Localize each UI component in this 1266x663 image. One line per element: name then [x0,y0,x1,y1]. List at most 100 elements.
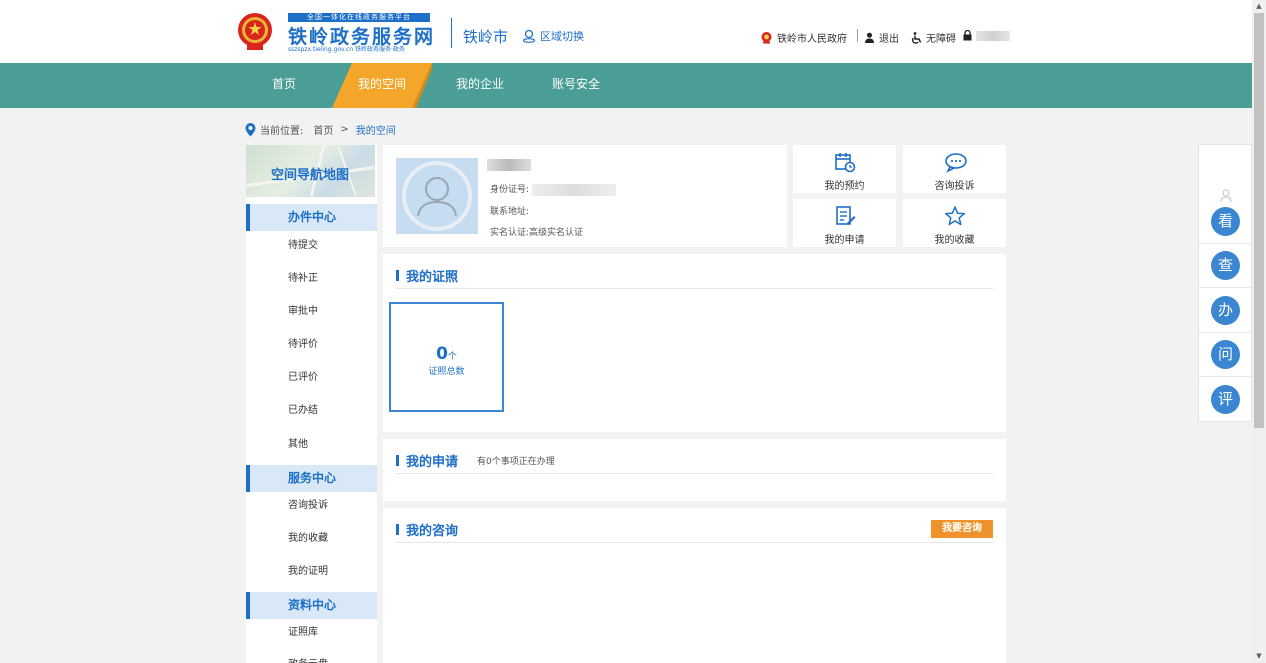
header-separator [857,29,858,42]
username-redacted [976,30,1010,41]
breadcrumb-current: 我的空间 [355,126,396,137]
national-emblem-icon [238,13,272,50]
panel-header: 我的证照 [396,266,993,289]
id-number-row: 身份证号: [490,182,616,196]
region-switch-label: 区域切换 [540,30,584,43]
city-name: 铁岭市 [463,28,509,46]
user-name-redacted [487,159,531,171]
document-edit-icon [836,206,856,225]
chat-bubble-icon [945,153,967,173]
space-nav-map-banner[interactable]: 空间导航地图 [246,145,375,197]
float-search-button[interactable]: 查 [1211,251,1240,280]
region-switch-button[interactable]: 区域切换 [522,28,584,44]
site-header: 全国一体化在线政务服务平台 铁岭政务服务网 sszspzx.tieling.go… [0,0,1252,63]
ask-question-button[interactable]: 我要咨询 [931,520,993,538]
nav-home[interactable]: 首页 [254,63,314,108]
sidebar-item-pending-submit[interactable]: 待提交 [288,236,318,251]
float-separator [1199,243,1251,244]
sidebar-item-certificates-proof[interactable]: 我的证明 [288,562,328,577]
quick-my-favorites[interactable]: 我的收藏 [903,199,1006,247]
sidebar-item-favorites[interactable]: 我的收藏 [288,529,328,544]
logout-button[interactable]: 退出 [864,30,899,45]
map-banner-label: 空间导航地图 [271,168,350,183]
wheelchair-icon [911,31,922,44]
scroll-up-arrow-icon[interactable]: ▲ [1252,0,1266,13]
section-case-center: 办件中心 [246,204,377,231]
panel-accent-bar [396,524,399,535]
lock-icon [963,30,972,41]
float-separator [1199,376,1251,377]
sidebar-item-pending-evaluation[interactable]: 待评价 [288,335,318,350]
float-handle-button[interactable]: 办 [1211,296,1240,325]
gov-emblem-icon [761,32,772,44]
breadcrumb-prefix: 当前位置: [260,126,304,137]
sidebar-item-evaluated[interactable]: 已评价 [288,368,318,383]
my-applications-panel: 我的申请 有0个事项正在办理 [383,439,1006,501]
logout-label: 退出 [879,34,899,45]
location-icon [522,29,536,43]
platform-tag: 全国一体化在线政务服务平台 [288,13,430,22]
nav-my-space-label: 我的空间 [357,77,406,91]
user-outline-icon [1220,189,1232,203]
accessibility-label: 无障碍 [926,34,956,45]
main-nav: 首页 我的空间 我的企业 账号安全 [0,63,1252,108]
sidebar-item-completed[interactable]: 已办结 [288,401,318,416]
float-separator [1199,332,1251,333]
gov-link[interactable]: 铁岭市人民政府 [760,30,847,45]
breadcrumb-separator: > [340,124,349,135]
certificate-count-unit: 个 [447,352,457,362]
panel-header: 我的申请 有0个事项正在办理 [396,451,993,474]
account-menu[interactable] [963,30,1010,41]
certificate-count: 0个 [391,344,502,364]
float-ask-button[interactable]: 问 [1211,340,1240,369]
calendar-clock-icon [835,153,856,173]
breadcrumb: 当前位置: 首页 > 我的空间 [245,122,396,137]
sidebar-item-license-library[interactable]: 证照库 [288,623,318,638]
header-divider [451,18,452,48]
avatar[interactable] [396,158,478,234]
my-certificates-title: 我的证照 [406,270,459,285]
float-evaluate-button[interactable]: 评 [1211,385,1240,414]
user-avatar-icon [402,161,472,231]
quick-consult-complaint[interactable]: 咨询投诉 [903,145,1006,193]
accessibility-button[interactable]: 无障碍 [911,30,956,45]
certificate-total-card[interactable]: 0个 证照总数 [389,302,504,412]
profile-card: 身份证号: 联系地址: 实名认证:高级实名认证 [383,145,787,247]
auth-row: 实名认证:高级实名认证 [490,225,583,238]
float-separator [1199,287,1251,288]
my-applications-title: 我的申请 [406,455,459,470]
scroll-down-arrow-icon[interactable]: ▼ [1252,650,1266,663]
quick-my-favorites-label: 我的收藏 [934,235,975,246]
sidebar-item-under-review[interactable]: 审批中 [288,302,318,317]
my-consultations-title: 我的咨询 [406,524,459,539]
site-subtitle: sszspzx.tieling.gov.cn 铁岭政务服务·政务 [288,46,405,53]
float-view-button[interactable]: 看 [1211,207,1240,236]
quick-my-application[interactable]: 我的申请 [793,199,896,247]
sidebar-item-other[interactable]: 其他 [288,435,308,450]
nav-my-space[interactable]: 我的空间 [332,63,432,108]
auth-value: 高级实名认证 [529,228,584,238]
applications-in-progress-note: 有0个事项正在办理 [477,457,555,467]
gov-link-label: 铁岭市人民政府 [777,34,847,45]
vertical-scrollbar[interactable]: ▲ ▼ [1252,0,1266,663]
user-icon [865,32,874,43]
nav-my-enterprise[interactable]: 我的企业 [450,63,510,108]
breadcrumb-home[interactable]: 首页 [313,122,333,137]
address-label: 联系地址: [490,207,530,217]
map-pin-icon [245,122,256,136]
auth-label: 实名认证: [490,228,530,238]
nav-account-security[interactable]: 账号安全 [546,63,606,108]
quick-consult-complaint-label: 咨询投诉 [934,181,975,192]
scroll-thumb[interactable] [1254,13,1264,428]
quick-my-appointment-label: 我的预约 [824,181,865,192]
quick-my-appointment[interactable]: 我的预约 [793,145,896,193]
id-number-label: 身份证号: [490,185,530,195]
section-service-center: 服务中心 [246,465,377,492]
sidebar-item-cloud-drive[interactable]: 政务云盘 [288,655,328,663]
sidebar-item-pending-correction[interactable]: 待补正 [288,269,318,284]
star-icon [944,206,966,226]
certificate-count-value: 0 [436,344,448,364]
sidebar-item-consult[interactable]: 咨询投诉 [288,496,328,511]
section-data-center: 资料中心 [246,592,377,619]
certificate-total-label: 证照总数 [428,367,465,377]
